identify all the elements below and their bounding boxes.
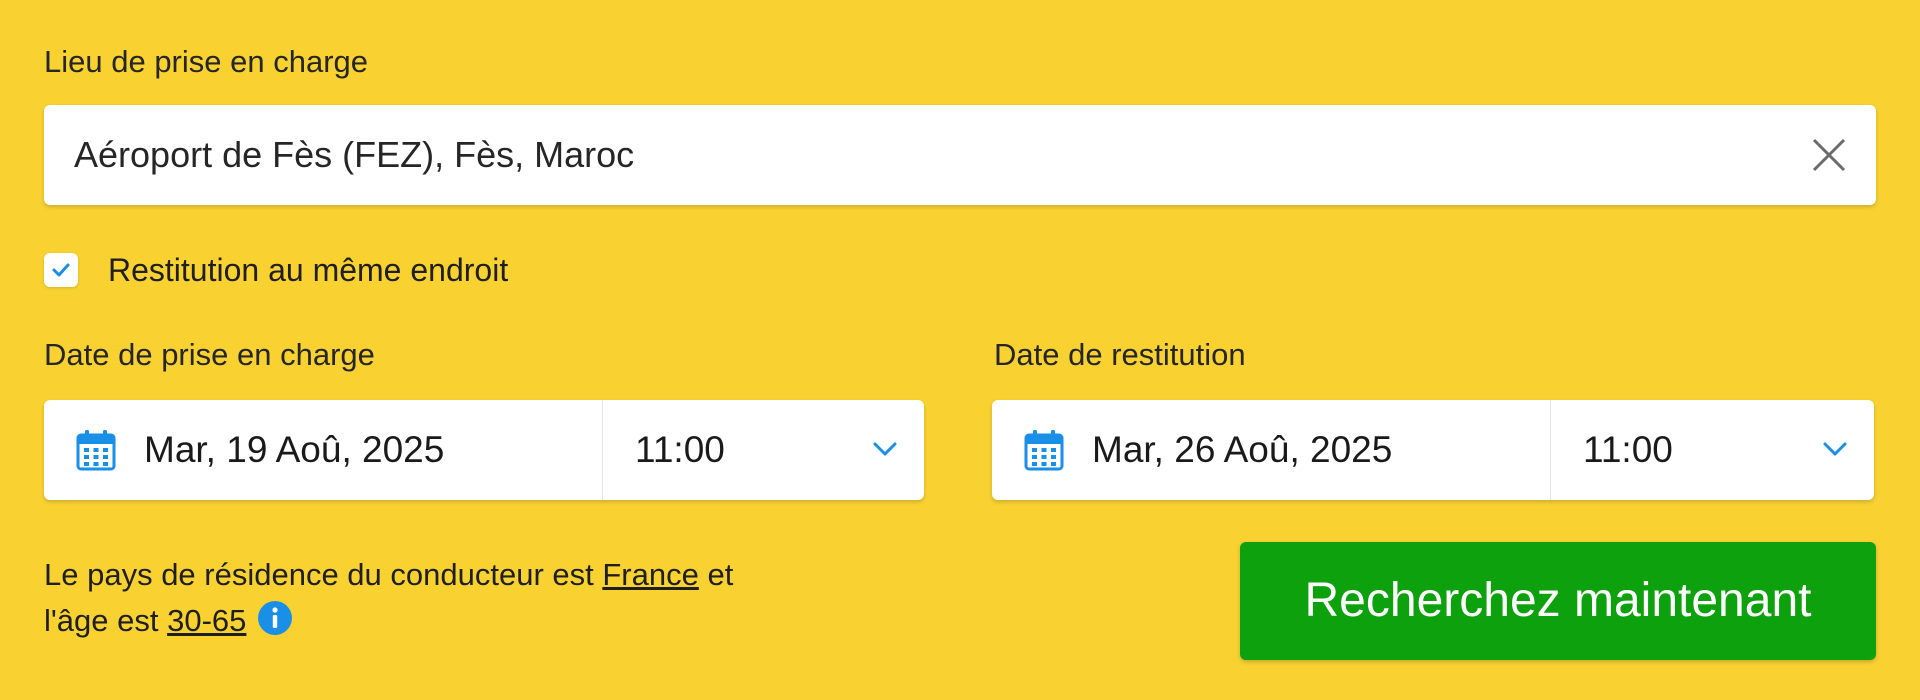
chevron-down-icon <box>1822 441 1848 462</box>
search-now-button[interactable]: Recherchez maintenant <box>1240 542 1876 660</box>
driver-country-suffix: et <box>698 557 734 592</box>
driver-age-prefix: l'âge est <box>44 603 168 638</box>
close-icon[interactable] <box>1808 134 1850 176</box>
pickup-location-value[interactable]: Aéroport de Fès (FEZ), Fès, Maroc <box>74 105 634 205</box>
pickup-time-select[interactable]: 11:00 <box>603 400 924 500</box>
pickup-date-label: Date de prise en charge <box>44 337 375 372</box>
return-datetime-field: Mar, 26 Aoû, 2025 11:00 <box>992 400 1874 500</box>
driver-info-text: Le pays de résidence du conducteur est F… <box>44 552 844 644</box>
calendar-icon <box>76 429 116 476</box>
return-time-value: 11:00 <box>1583 429 1673 470</box>
return-date-value: Mar, 26 Aoû, 2025 <box>1092 429 1393 470</box>
calendar-icon <box>1024 429 1064 476</box>
pickup-date-picker[interactable]: Mar, 19 Aoû, 2025 <box>44 400 602 500</box>
pickup-date-value: Mar, 19 Aoû, 2025 <box>144 429 445 470</box>
return-date-picker[interactable]: Mar, 26 Aoû, 2025 <box>992 400 1550 500</box>
pickup-location-field[interactable]: Aéroport de Fès (FEZ), Fès, Maroc <box>44 105 1876 205</box>
checkmark-icon <box>52 263 70 277</box>
chevron-down-icon <box>872 441 898 462</box>
pickup-time-value: 11:00 <box>635 429 725 470</box>
pickup-location-label: Lieu de prise en charge <box>44 44 369 79</box>
info-icon[interactable] <box>256 599 294 637</box>
driver-country-link[interactable]: France <box>602 557 698 592</box>
driver-country-prefix: Le pays de résidence du conducteur est <box>44 557 603 592</box>
pickup-datetime-field: Mar, 19 Aoû, 2025 11:00 <box>44 400 924 500</box>
driver-age-link[interactable]: 30-65 <box>167 603 246 638</box>
same-location-label[interactable]: Restitution au même endroit <box>108 252 508 289</box>
same-location-checkbox[interactable] <box>44 253 78 287</box>
return-date-label: Date de restitution <box>994 337 1246 372</box>
return-time-select[interactable]: 11:00 <box>1551 400 1874 500</box>
